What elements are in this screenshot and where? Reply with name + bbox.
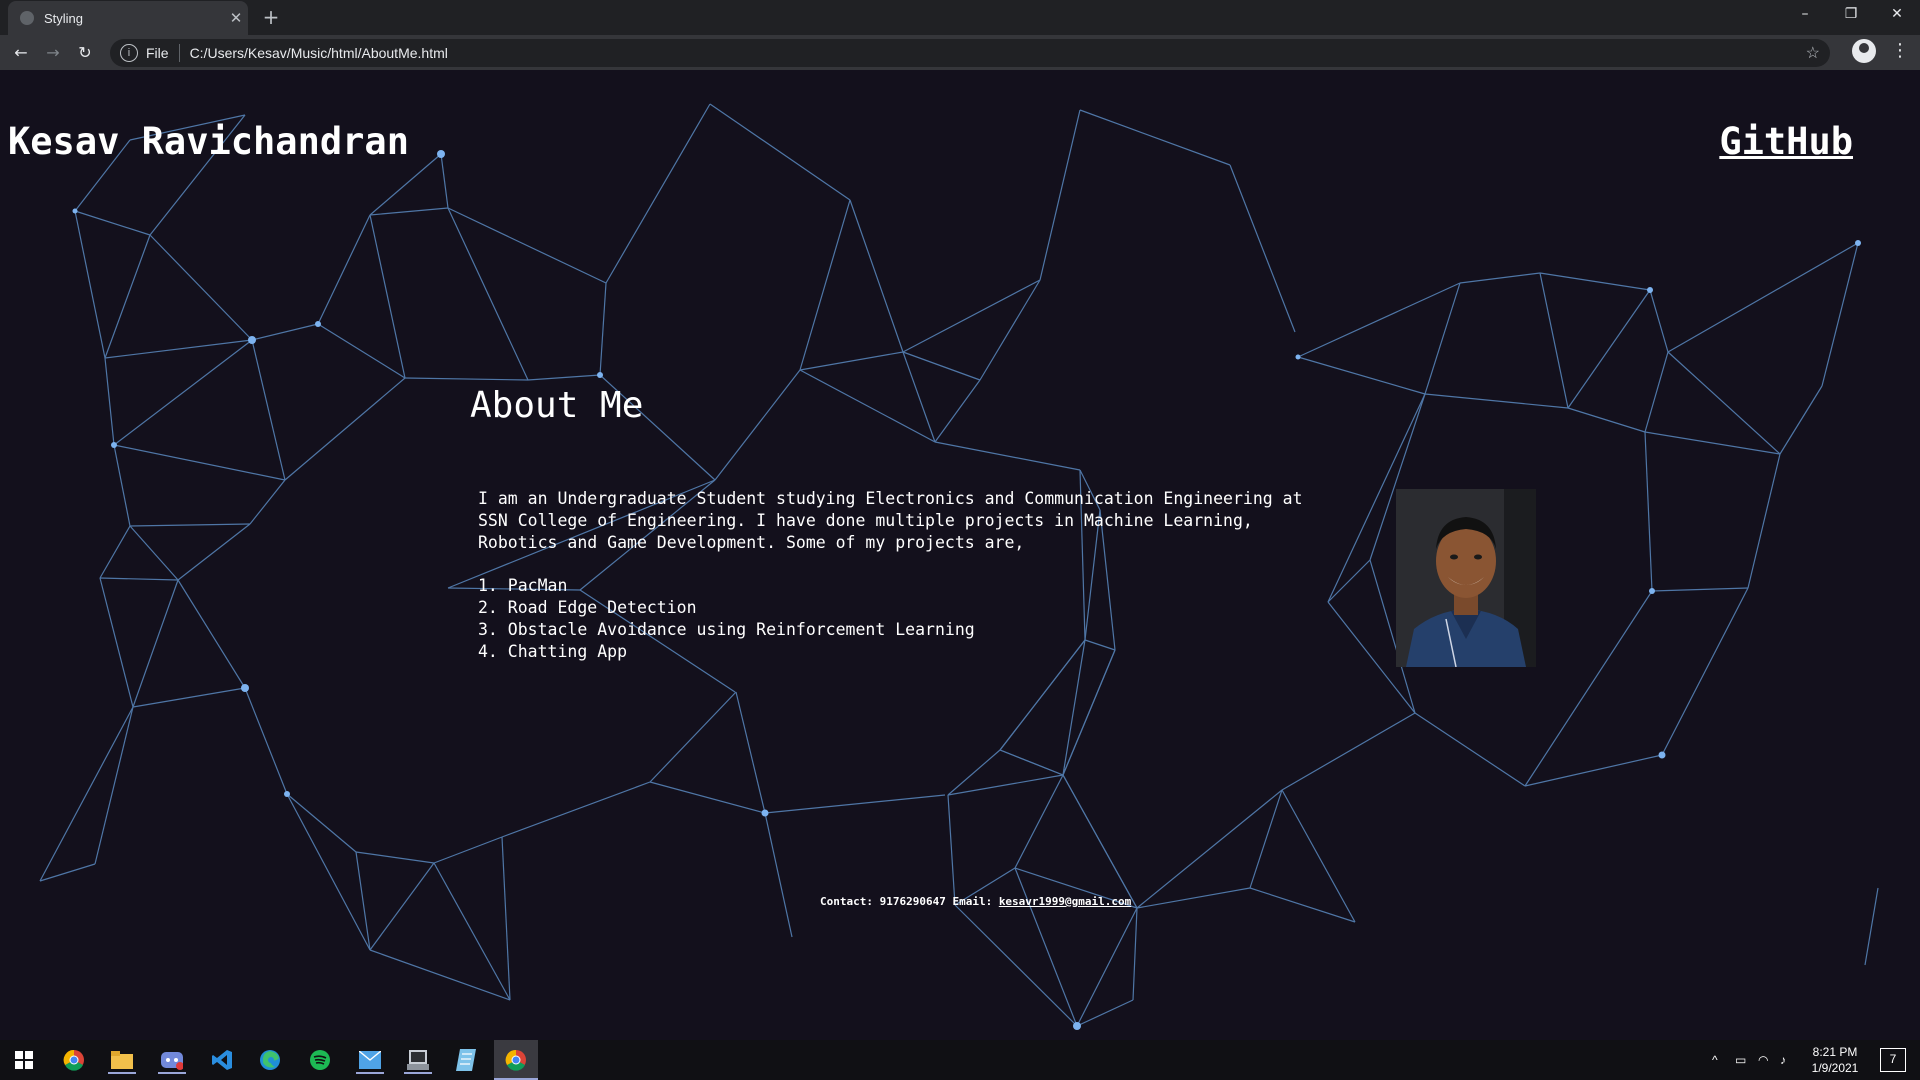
terminal-icon[interactable] xyxy=(404,1046,432,1074)
address-protocol: File xyxy=(146,45,169,61)
chrome-icon[interactable] xyxy=(60,1046,88,1074)
chevron-up-icon[interactable]: ^ xyxy=(1712,1040,1718,1080)
browser-toolbar: ← → ↻ i File C:/Users/Kesav/Music/html/A… xyxy=(0,35,1920,70)
profile-photo xyxy=(1396,489,1536,667)
email-link[interactable]: kesavr1999@gmail.com xyxy=(999,895,1131,908)
windows-start-icon[interactable] xyxy=(10,1046,38,1074)
chrome-active-icon[interactable] xyxy=(494,1040,538,1080)
spotify-icon[interactable] xyxy=(306,1046,334,1074)
project-list: 1. PacMan 2. Road Edge Detection 3. Obst… xyxy=(478,575,975,663)
tab-title: Styling xyxy=(44,10,84,26)
clock-date: 1/9/2021 xyxy=(1811,1061,1859,1075)
close-window-button[interactable]: ✕ xyxy=(1874,0,1920,30)
file-explorer-icon[interactable] xyxy=(108,1046,136,1074)
notification-count: 7 xyxy=(1889,1052,1897,1066)
address-bar[interactable]: i File C:/Users/Kesav/Music/html/AboutMe… xyxy=(110,39,1830,67)
address-url[interactable]: C:/Users/Kesav/Music/html/AboutMe.html xyxy=(190,45,448,61)
notepad-icon[interactable] xyxy=(452,1046,480,1074)
list-item: 4. Chatting App xyxy=(478,642,628,661)
browser-tab[interactable]: Styling ✕ xyxy=(8,1,248,35)
about-heading: About Me xyxy=(470,385,644,426)
edge-icon[interactable] xyxy=(256,1046,284,1074)
clock[interactable]: 8:21 PM 1/9/2021 xyxy=(1790,1044,1880,1076)
contact-footer: Contact: 9176290647 Email: kesavr1999@gm… xyxy=(820,895,1131,908)
forward-button[interactable]: → xyxy=(40,40,66,66)
list-item: 1. PacMan xyxy=(478,576,568,595)
bio-paragraph: I am an Undergraduate Student studying E… xyxy=(478,489,1303,552)
list-item: 3. Obstacle Avoidance using Reinforcemen… xyxy=(478,620,975,639)
discord-icon[interactable] xyxy=(158,1046,186,1074)
close-tab-icon[interactable]: ✕ xyxy=(224,9,248,27)
contact-label: Contact: 9176290647 Email: xyxy=(820,895,993,908)
reload-button[interactable]: ↻ xyxy=(72,40,98,66)
volume-icon[interactable]: ♪ xyxy=(1780,1040,1786,1080)
back-button[interactable]: ← xyxy=(8,40,34,66)
tab-strip: Styling ✕ + – ❐ ✕ xyxy=(0,0,1920,35)
github-link[interactable]: GitHub xyxy=(1719,120,1853,163)
minimize-button[interactable]: – xyxy=(1782,0,1828,30)
mail-icon[interactable] xyxy=(356,1046,384,1074)
profile-icon[interactable] xyxy=(1852,39,1876,63)
restore-button[interactable]: ❐ xyxy=(1828,0,1874,30)
new-tab-button[interactable]: + xyxy=(258,4,284,30)
wifi-icon[interactable]: ◠ xyxy=(1758,1040,1768,1080)
site-owner-name: Kesav Ravichandran xyxy=(8,120,409,163)
battery-icon[interactable]: ▭ xyxy=(1735,1040,1746,1080)
vscode-icon[interactable] xyxy=(208,1046,236,1074)
info-icon[interactable]: i xyxy=(120,44,138,62)
clock-time: 8:21 PM xyxy=(1812,1045,1858,1059)
list-item: 2. Road Edge Detection xyxy=(478,598,697,617)
globe-icon xyxy=(20,11,34,25)
menu-icon[interactable]: ⋮ xyxy=(1890,40,1910,61)
taskbar: ^ ▭ ◠ ♪ 8:21 PM 1/9/2021 7 xyxy=(0,1040,1920,1080)
notification-icon[interactable]: 7 xyxy=(1880,1048,1906,1072)
address-divider xyxy=(178,44,180,62)
web-page: Kesav Ravichandran GitHub About Me I am … xyxy=(0,70,1920,1040)
bookmark-star-icon[interactable]: ☆ xyxy=(1806,43,1820,63)
